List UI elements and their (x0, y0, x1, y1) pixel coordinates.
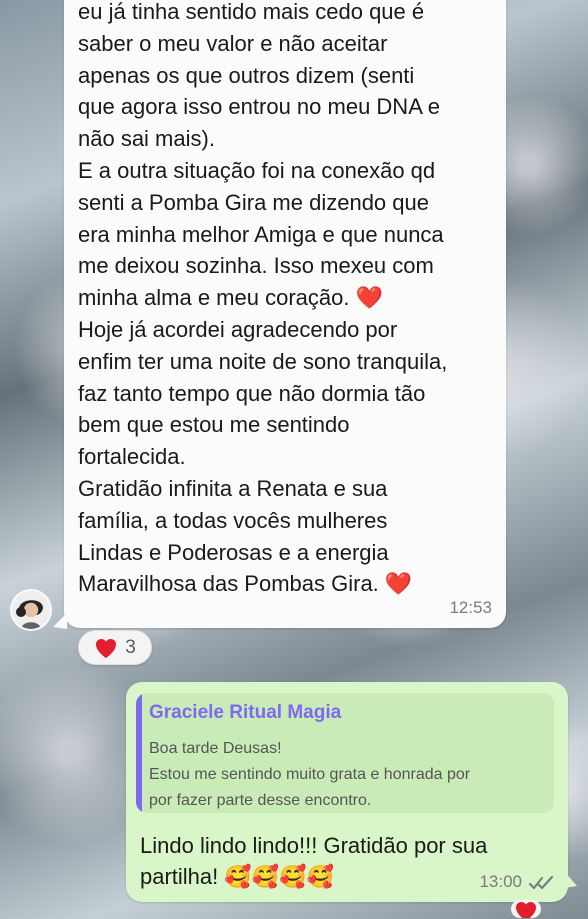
sender-avatar[interactable] (12, 591, 50, 629)
partial-heart-reaction[interactable] (511, 900, 541, 918)
outgoing-bubble-tail (565, 872, 577, 888)
incoming-message-text: eu já tinha sentido mais cedo que é sabe… (78, 0, 448, 597)
heart-reaction-chip[interactable]: 3 (78, 630, 152, 665)
quoted-message-author: Graciele Ritual Magia (149, 702, 342, 723)
heart-icon (516, 902, 536, 918)
incoming-bubble-tail (53, 613, 67, 629)
incoming-message-time: 12:53 (449, 598, 492, 617)
outgoing-message-time: 13:00 (479, 872, 522, 891)
quoted-message-text: Boa tarde Deusas! Estou me sentindo muit… (149, 740, 471, 809)
outgoing-message-bubble[interactable]: Graciele Ritual Magia Boa tarde Deusas! … (126, 682, 568, 902)
heart-icon (96, 638, 117, 658)
reaction-count: 3 (125, 636, 136, 658)
incoming-message-bubble[interactable]: eu já tinha sentido mais cedo que é sabe… (64, 0, 506, 628)
quoted-message[interactable]: Graciele Ritual Magia Boa tarde Deusas! … (136, 693, 554, 813)
double-check-icon (528, 875, 554, 890)
user-avatar-icon (12, 591, 50, 629)
quote-accent-bar (136, 693, 142, 813)
